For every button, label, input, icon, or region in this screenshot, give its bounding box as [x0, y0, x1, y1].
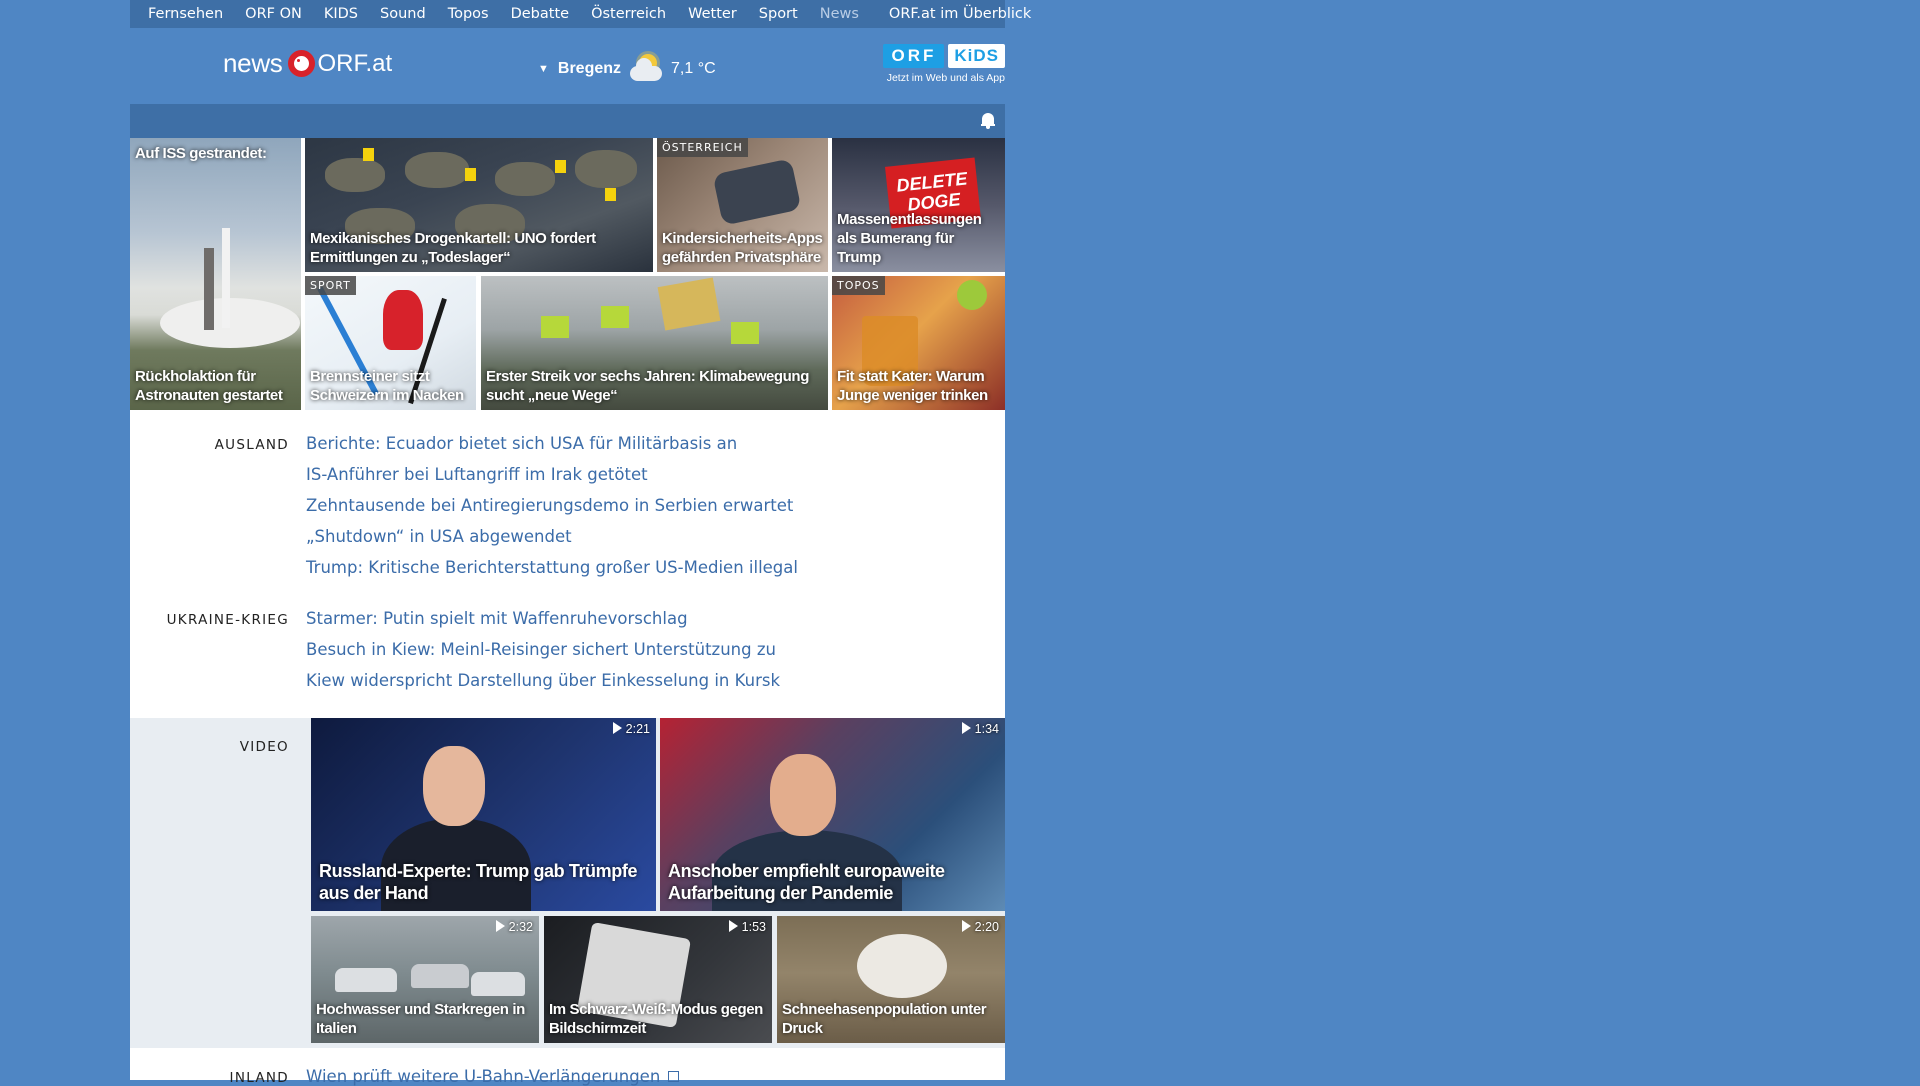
teaser-climate-strike[interactable]: Erster Streik vor sechs Jahren: Klimabew…	[481, 276, 828, 410]
teaser-kicker: Auf ISS gestrandet:	[135, 145, 267, 162]
teaser-kids-apps[interactable]: ÖSTERREICH Kindersicherheits-Apps gefähr…	[657, 138, 828, 272]
nav-orf-overview[interactable]: ORF.at im Überblick	[889, 6, 1031, 22]
orf-eye-icon	[287, 50, 315, 77]
top-navigation: Fernsehen ORF ON KIDS Sound Topos Debatt…	[130, 0, 1031, 28]
teaser-headline: Mexikanisches Drogenkartell: UNO fordert…	[310, 230, 596, 266]
external-link-icon	[668, 1071, 680, 1082]
video-section: VIDEO 2:21 Russland-Experte: Trump gab T…	[130, 718, 1005, 1048]
video-duration: 1:53	[728, 920, 766, 934]
category-badge: ÖSTERREICH	[657, 138, 748, 157]
orf-kids-promo[interactable]: ORF KiDS Jetzt im Web und als App	[865, 44, 1005, 84]
teaser-headline: Massenentlassungen als Bumerang für Trum…	[837, 211, 982, 266]
play-icon	[728, 920, 738, 932]
story-link-external[interactable]: Wien prüft weitere U-Bahn-Verlängerungen	[306, 1067, 680, 1086]
nav-oesterreich[interactable]: Österreich	[591, 6, 666, 22]
teaser-headline: Erster Streik vor sechs Jahren: Klimabew…	[486, 368, 809, 404]
video-tile-anschober[interactable]: 1:34 Anschober empfiehlt europaweite Auf…	[660, 718, 1005, 911]
story-link[interactable]: IS-Anführer bei Luftangriff im Irak getö…	[306, 465, 648, 484]
section-label-ukraine-krieg: UKRAINE-KRIEG	[166, 612, 289, 628]
teaser-headline: Rückholaktion für Astronauten gestartet	[135, 368, 283, 404]
story-link[interactable]: Besuch in Kiew: Meinl-Reisinger sichert …	[306, 640, 776, 659]
story-link[interactable]: „Shutdown“ in USA abgewendet	[306, 527, 572, 546]
video-duration: 2:32	[495, 920, 533, 934]
orf-badge: ORF	[883, 44, 945, 68]
video-headline: Hochwasser und Starkregen in Italien	[316, 1001, 525, 1037]
teaser-headline: Fit statt Kater: Warum Junge weniger tri…	[837, 368, 988, 404]
nav-sound[interactable]: Sound	[380, 6, 426, 22]
teaser-headline: Brennsteiner sitzt Schweizern im Nacken	[310, 368, 464, 404]
story-link[interactable]: Kiew widerspricht Darstellung über Einke…	[306, 671, 780, 690]
teaser-drug-cartel[interactable]: Mexikanisches Drogenkartell: UNO fordert…	[305, 138, 653, 272]
partly-cloudy-icon	[627, 52, 667, 86]
logo-orf-text: ORF.at	[317, 49, 393, 77]
play-icon	[961, 920, 971, 932]
notification-bar	[130, 104, 1005, 138]
nav-wetter[interactable]: Wetter	[688, 6, 737, 22]
video-tile-schneehasen[interactable]: 2:20 Schneehasenpopulation unter Druck	[777, 916, 1005, 1043]
kids-badge: KiDS	[948, 44, 1005, 68]
teaser-brennsteiner[interactable]: SPORT Brennsteiner sitzt Schweizern im N…	[305, 276, 476, 410]
video-headline: Im Schwarz-Weiß-Modus gegen Bildschirmze…	[549, 1001, 763, 1037]
play-icon	[961, 722, 971, 734]
story-link[interactable]: Berichte: Ecuador bietet sich USA für Mi…	[306, 434, 737, 453]
section-label-ausland: AUSLAND	[214, 437, 289, 453]
category-badge: TOPOS	[832, 276, 885, 295]
news-orf-logo[interactable]: news ORF.at	[223, 48, 392, 79]
video-headline: Anschober empfiehlt europaweite Aufarbei…	[668, 861, 945, 903]
page: Fernsehen ORF ON KIDS Sound Topos Debatt…	[130, 0, 1031, 1086]
video-tile-hochwasser[interactable]: 2:32 Hochwasser und Starkregen in Italie…	[311, 916, 539, 1043]
bell-icon[interactable]	[981, 113, 995, 129]
video-duration: 1:34	[961, 722, 999, 736]
chevron-down-icon[interactable]: ▼	[538, 63, 549, 75]
story-link[interactable]: Trump: Kritische Berichterstattung große…	[306, 558, 798, 577]
nav-debatte[interactable]: Debatte	[511, 6, 569, 22]
category-badge: SPORT	[305, 276, 356, 295]
video-headline: Russland-Experte: Trump gab Trümpfe aus …	[319, 861, 638, 903]
nav-topos[interactable]: Topos	[448, 6, 489, 22]
nav-fernsehen[interactable]: Fernsehen	[148, 6, 223, 22]
main-content: Auf ISS gestrandet: Rückholaktion für As…	[130, 138, 1005, 1086]
weather-widget[interactable]: ▼ Bregenz 7,1 °C	[538, 52, 716, 86]
teaser-iss-astronauts[interactable]: Auf ISS gestrandet: Rückholaktion für As…	[130, 138, 301, 410]
teaser-headline: Kindersicherheits-Apps gefährden Privats…	[662, 230, 823, 266]
play-icon	[495, 920, 505, 932]
nav-orf-on[interactable]: ORF ON	[245, 6, 302, 22]
video-duration: 2:21	[612, 722, 650, 736]
teaser-mass-layoffs[interactable]: DELETE DOGE Massenentlassungen als Bumer…	[832, 138, 1005, 272]
teaser-young-drinking[interactable]: TOPOS Fit statt Kater: Warum Junge wenig…	[832, 276, 1005, 410]
play-icon	[612, 722, 622, 734]
weather-city[interactable]: Bregenz	[558, 60, 621, 78]
section-label-inland: INLAND	[229, 1070, 289, 1086]
nav-sport[interactable]: Sport	[759, 6, 798, 22]
section-label-video: VIDEO	[239, 739, 289, 755]
weather-temperature: 7,1 °C	[671, 60, 716, 77]
logo-news-text: news	[223, 48, 283, 78]
site-header: news ORF.at ▼ Bregenz 7,1 °C ORF KiDS Je…	[130, 28, 1005, 104]
kids-tagline: Jetzt im Web und als App	[886, 72, 1005, 84]
nav-kids[interactable]: KIDS	[324, 6, 358, 22]
story-link[interactable]: Zehntausende bei Antiregierungsdemo in S…	[306, 496, 793, 515]
story-link[interactable]: Starmer: Putin spielt mit Waffenruhevors…	[306, 609, 688, 628]
video-headline: Schneehasenpopulation unter Druck	[782, 1001, 987, 1037]
video-tile-schwarz-weiss[interactable]: 1:53 Im Schwarz-Weiß-Modus gegen Bildsch…	[544, 916, 772, 1043]
nav-news[interactable]: News	[820, 6, 859, 22]
video-tile-russland-experte[interactable]: 2:21 Russland-Experte: Trump gab Trümpfe…	[311, 718, 656, 911]
video-duration: 2:20	[961, 920, 999, 934]
orf-kids-logo: ORF KiDS	[865, 44, 1005, 68]
